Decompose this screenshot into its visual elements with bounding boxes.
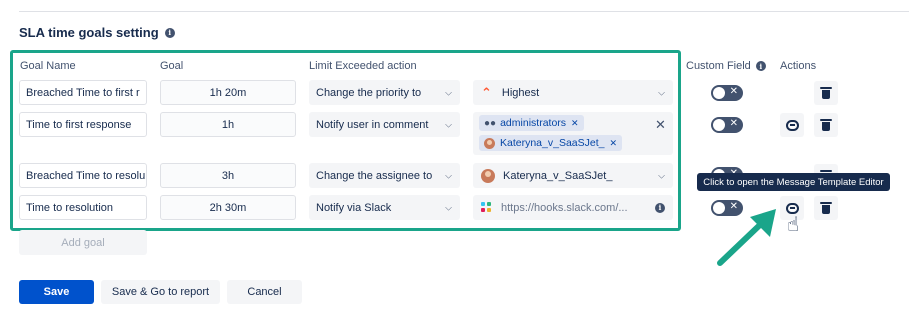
cancel-button[interactable]: Cancel (227, 280, 302, 304)
top-divider (19, 11, 909, 12)
hand-pointer-icon: ☝ (787, 214, 800, 236)
column-actions: Actions (780, 60, 817, 72)
goals-highlight-box (10, 50, 681, 231)
tooltip: Click to open the Message Template Edito… (697, 173, 890, 191)
message-template-button[interactable] (780, 113, 804, 137)
save-and-report-button[interactable]: Save & Go to report (101, 280, 220, 304)
custom-field-toggle[interactable]: ✕ (711, 85, 743, 101)
custom-field-toggle[interactable]: ✕ (711, 117, 743, 133)
add-goal-button[interactable]: Add goal (19, 230, 147, 255)
trash-icon (820, 87, 832, 99)
trash-icon (820, 119, 832, 131)
save-button[interactable]: Save (19, 280, 94, 304)
trash-icon (820, 202, 832, 214)
delete-button[interactable] (814, 196, 838, 220)
delete-button[interactable] (814, 81, 838, 105)
info-icon[interactable]: i (164, 27, 175, 38)
delete-button[interactable] (814, 113, 838, 137)
column-custom-field-label: Custom Field (686, 60, 751, 72)
message-icon (785, 119, 799, 131)
section-title: SLA time goals setting i (19, 25, 175, 40)
section-title-text: SLA time goals setting (19, 25, 159, 40)
info-icon[interactable]: i (755, 61, 766, 71)
column-custom-field: Custom Field i (686, 60, 766, 72)
annotation-arrow-icon (717, 209, 776, 266)
